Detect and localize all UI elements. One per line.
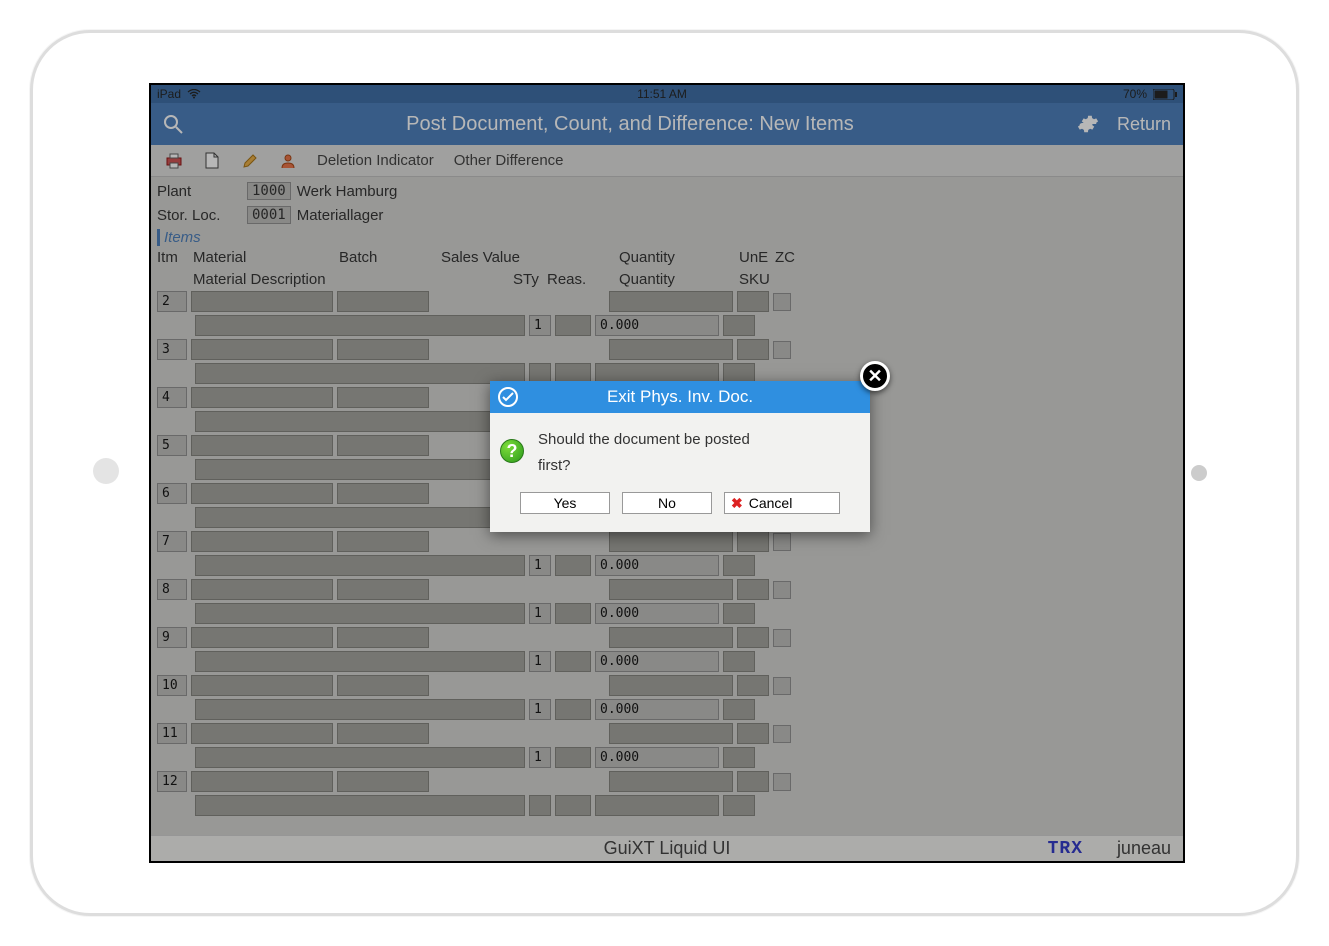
- dialog-title-bar: Exit Phys. Inv. Doc.: [490, 381, 870, 413]
- no-button[interactable]: No: [622, 492, 712, 514]
- dialog-title: Exit Phys. Inv. Doc.: [607, 387, 753, 407]
- cancel-button[interactable]: ✖ Cancel: [724, 492, 840, 514]
- yes-button[interactable]: Yes: [520, 492, 610, 514]
- question-icon: ?: [500, 439, 524, 463]
- x-icon: ✖: [731, 495, 743, 512]
- front-camera: [93, 458, 119, 484]
- exit-dialog: Exit Phys. Inv. Doc. ✕ ? Should the docu…: [490, 381, 870, 532]
- dialog-message: Should the document be posted first?: [538, 427, 750, 478]
- close-icon[interactable]: ✕: [860, 361, 890, 391]
- check-icon: [498, 387, 518, 407]
- home-button[interactable]: [1191, 465, 1207, 481]
- screen: iPad 11:51 AM 70% Post Document, Count, …: [149, 83, 1185, 863]
- ipad-frame: iPad 11:51 AM 70% Post Document, Count, …: [30, 30, 1299, 916]
